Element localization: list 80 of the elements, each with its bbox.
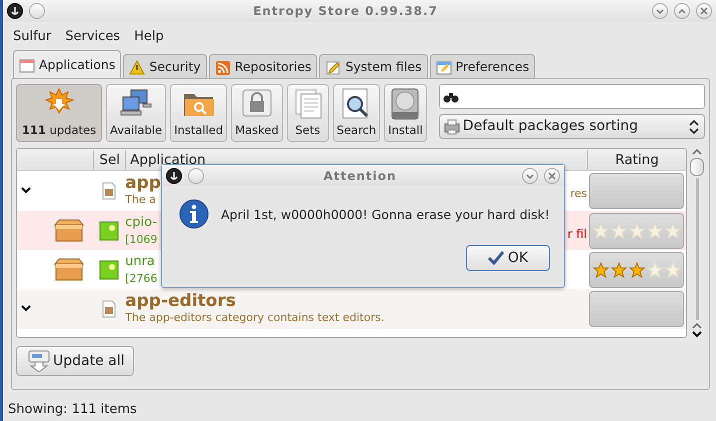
chevron-up-icon — [677, 6, 687, 16]
up-down-icon — [689, 120, 699, 134]
info-icon — [179, 199, 209, 229]
category-name: app — [125, 174, 161, 192]
window-icon — [19, 58, 35, 74]
category-description: res — [570, 186, 587, 202]
menu-item[interactable]: Sulfur — [13, 25, 52, 43]
tab[interactable]: Repositories — [208, 54, 318, 80]
minimize-button[interactable] — [522, 168, 538, 184]
tab[interactable]: System files — [319, 54, 428, 80]
tab[interactable]: Preferences — [430, 54, 536, 80]
warning-icon — [129, 60, 146, 76]
package-warning: r fil — [567, 226, 587, 242]
package-icon — [102, 182, 116, 200]
star-icon — [664, 262, 681, 278]
menu-item[interactable]: Services — [65, 25, 120, 43]
pin-button[interactable] — [29, 3, 45, 19]
toolbar-button[interactable]: Sets — [286, 84, 329, 142]
package-details: [1069 — [125, 232, 158, 248]
anchor-icon[interactable] — [7, 3, 23, 19]
star-icon — [664, 222, 681, 238]
close-button[interactable] — [696, 3, 712, 19]
dialog-message: April 1st, w0000h0000! Gonna erase your hard disk! — [221, 206, 550, 224]
toolbar-button[interactable]: Install — [384, 84, 427, 142]
anchor-icon[interactable] — [166, 168, 182, 184]
close-icon — [547, 170, 557, 180]
pencil-icon — [325, 60, 342, 76]
ok-button[interactable]: OK — [466, 245, 550, 271]
binoculars-icon — [442, 90, 459, 102]
category-description: The a — [125, 192, 157, 208]
checkbox-icon[interactable] — [99, 260, 120, 280]
checkbox-icon[interactable] — [99, 220, 120, 240]
star-icon — [610, 222, 627, 238]
search-field[interactable] — [438, 84, 705, 109]
document-icon — [436, 60, 452, 76]
package-name: unra — [125, 252, 156, 270]
toolbar-button[interactable]: 111 updates — [16, 84, 102, 142]
minimize-button[interactable] — [652, 3, 668, 19]
star-icon — [628, 262, 645, 278]
star-icon — [610, 262, 627, 278]
star-icon — [628, 222, 645, 238]
package-name: cpio- — [125, 214, 158, 232]
update-all-button[interactable]: Update all — [16, 346, 134, 376]
toolbar-button[interactable]: Search — [332, 84, 380, 142]
scroll-up-icon[interactable] — [692, 322, 702, 330]
sort-dropdown[interactable]: Default packages sorting — [438, 114, 705, 139]
star-icon — [592, 262, 609, 278]
maximize-button[interactable] — [674, 3, 690, 19]
chevron-icon[interactable] — [21, 305, 31, 313]
dialog-title: Attention — [322, 168, 398, 184]
tab[interactable]: Security — [123, 54, 207, 80]
column-header[interactable]: Rating — [586, 150, 686, 170]
window-title: Entropy Store 0.99.38.7 — [252, 3, 439, 20]
box-icon — [53, 218, 86, 242]
chevron-icon[interactable] — [21, 187, 31, 195]
feed-icon — [214, 60, 231, 76]
menu-item[interactable]: Help — [134, 25, 164, 43]
printer-icon — [442, 118, 461, 136]
scroll-down-icon[interactable] — [692, 330, 702, 338]
scroll-up-icon[interactable] — [692, 148, 702, 156]
close-button[interactable] — [544, 168, 560, 184]
scrollbar-thumb[interactable] — [690, 158, 704, 176]
star-icon — [646, 222, 663, 238]
star-icon — [592, 222, 609, 238]
close-icon — [699, 6, 709, 16]
column-header[interactable]: Sel — [93, 150, 126, 170]
checkmark-icon — [488, 251, 504, 265]
tab[interactable]: Applications — [13, 50, 122, 80]
package-icon — [102, 300, 116, 318]
category-description: The app-editors category contains text editors. — [125, 310, 384, 326]
box-icon — [53, 258, 86, 282]
download-icon — [27, 350, 51, 372]
status-bar-text: Showing: 111 items — [7, 401, 138, 419]
package-details: [2766 — [125, 271, 158, 287]
category-name: app-editors — [125, 292, 237, 310]
toolbar-button[interactable]: Masked — [231, 84, 283, 142]
toolbar-button[interactable]: Available — [106, 84, 166, 142]
pin-button[interactable] — [188, 168, 204, 184]
toolbar-button[interactable]: Installed — [170, 84, 228, 142]
star-icon — [646, 262, 663, 278]
